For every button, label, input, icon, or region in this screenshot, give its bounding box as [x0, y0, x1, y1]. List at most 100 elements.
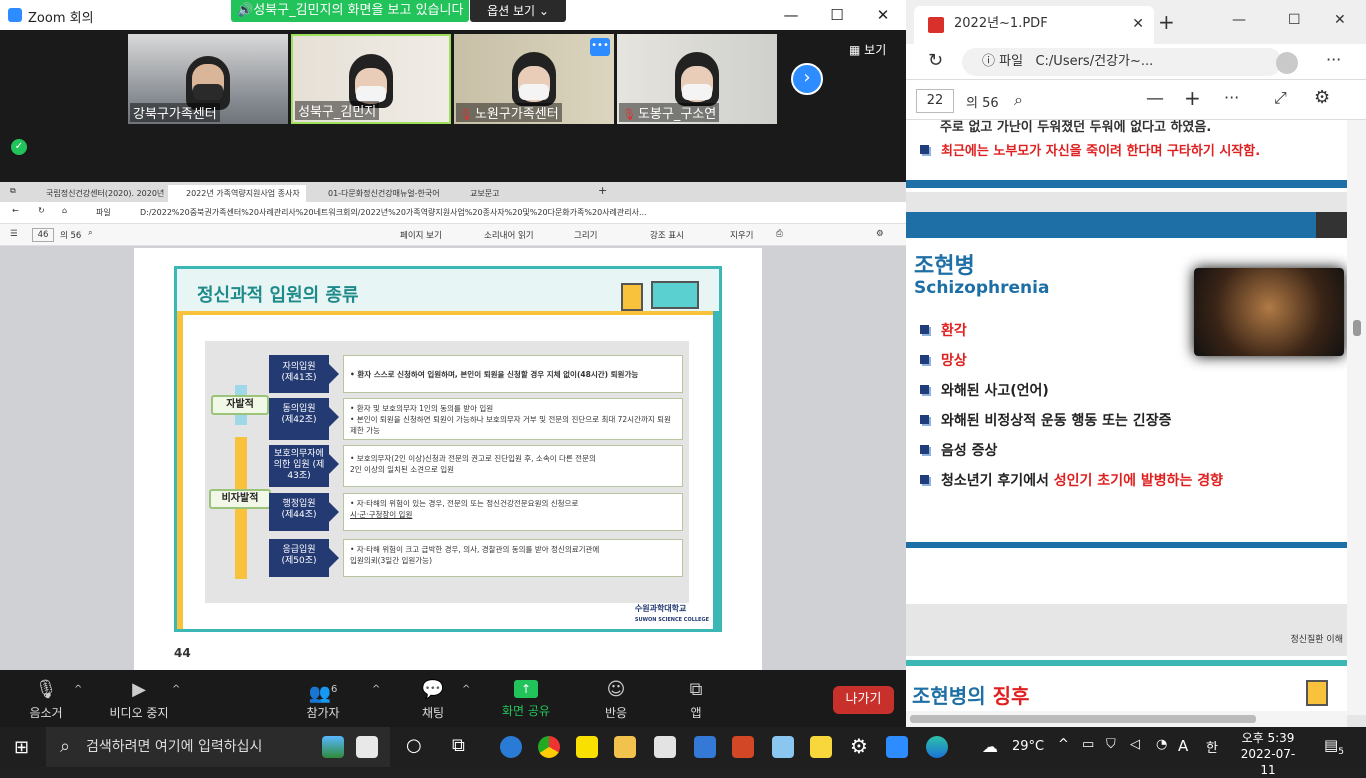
taskbar-clock[interactable]: 오후 5:39 2022-07-11 [1236, 730, 1300, 778]
battery-icon[interactable]: ▭ [1082, 737, 1094, 752]
chrome-icon[interactable] [538, 736, 560, 758]
close-icon[interactable]: ✕ [1334, 12, 1346, 28]
search-icon[interactable]: ⌕ [88, 228, 93, 238]
defender-shield-icon[interactable]: ⛉ [1106, 737, 1116, 752]
new-tab-icon[interactable]: + [1158, 10, 1175, 34]
hwp-icon[interactable] [694, 736, 716, 758]
home-icon[interactable]: ⌂ [62, 206, 67, 215]
settings-icon[interactable]: ⚙ [876, 229, 884, 239]
pdf-toolbar: 22 의 56 ⌕ — + ··· ⤢ ⚙ [906, 80, 1366, 120]
pdf-address-field[interactable]: ⓘ 파일 C:/Users/건강가~... [962, 48, 1282, 76]
volume-icon[interactable]: ◁ [1130, 737, 1140, 752]
shared-address[interactable]: D:/2022%20중북권가족센터%20사례관리사%20네트워크회의/2022년… [140, 207, 660, 218]
view-options-button[interactable]: 옵션 보기 ⌄ [470, 0, 566, 22]
reaction-button[interactable]: ☺ 반응 [600, 680, 632, 721]
print-icon[interactable]: ⎙ [776, 229, 783, 239]
back-icon[interactable]: ← [12, 206, 19, 215]
read-aloud-button[interactable]: 소리내어 읽기 [484, 229, 534, 241]
close-tab-icon[interactable]: ✕ [1132, 6, 1144, 42]
erase-button[interactable]: 지우기 [730, 229, 753, 241]
participants-caret-icon[interactable]: ^ [372, 684, 380, 695]
minimize-icon[interactable]: — [1232, 12, 1246, 28]
more-icon[interactable]: ••• [590, 38, 610, 56]
minimize-icon[interactable]: — [776, 4, 806, 26]
participant-tile[interactable]: 🎙 도봉구_구소연 [617, 34, 777, 124]
scrollbar-thumb[interactable] [1353, 320, 1361, 336]
next-page-arrow-icon[interactable]: › [791, 63, 823, 95]
settings-icon[interactable]: ⚙ [850, 734, 868, 758]
maximize-icon[interactable]: ☐ [822, 4, 852, 26]
fullscreen-icon[interactable]: ⤢ [1274, 88, 1287, 108]
mic-off-icon: 🎙 [622, 108, 636, 121]
zoom-out-icon[interactable]: — [1146, 88, 1164, 109]
video-options-caret-icon[interactable]: ^ [172, 684, 180, 695]
cortana-icon[interactable]: ○ [406, 735, 422, 756]
vertical-scrollbar[interactable] [1347, 120, 1366, 715]
pdf-tab[interactable]: 2022년~1.PDF ✕ [914, 6, 1154, 44]
close-icon[interactable]: ✕ [868, 4, 898, 26]
participant-tile-active[interactable]: 성북구_김민지 [291, 34, 451, 124]
file-explorer-icon[interactable] [614, 736, 636, 758]
shared-tab[interactable]: 01-다문화정신건강매뉴얼-한국어 [310, 185, 448, 202]
leave-meeting-button[interactable]: 나가기 [833, 686, 894, 714]
tab-actions-icon[interactable]: ⧉ [10, 186, 16, 196]
search-icon: ⌕ [60, 736, 71, 757]
pdf-tabbar: 2022년~1.PDF ✕ + — ☐ ✕ [906, 0, 1366, 44]
windows-start-icon[interactable]: ⊞ [14, 737, 29, 758]
contents-icon[interactable]: ☰ [10, 229, 18, 239]
shared-tab-active[interactable]: 2022년 가족역량지원사업 종사자 [168, 185, 306, 202]
chat-caret-icon[interactable]: ^ [462, 684, 470, 695]
highlight-button[interactable]: 강조 표시 [650, 229, 684, 241]
info-icon: ⓘ [982, 54, 1000, 69]
windows-taskbar: ⊞ ⌕ 검색하려면 여기에 입력하십시 ○ ⧉ ⚙ ☁ 29°C ^ ▭ ⛉ ◁… [0, 727, 1366, 777]
maximize-icon[interactable]: ☐ [1288, 12, 1301, 28]
chart-icon[interactable] [356, 736, 378, 758]
shared-tab[interactable]: 국립정신건강센터(2020). 2020년 [28, 185, 166, 202]
korean-ime-indicator[interactable]: 한 [1206, 737, 1218, 756]
edge-icon[interactable] [926, 736, 948, 758]
participant-tile[interactable]: 강북구가족센터 [128, 34, 288, 124]
task-view-icon[interactable]: ⧉ [452, 735, 465, 756]
refresh-icon[interactable]: ↻ [928, 50, 943, 71]
settings-icon[interactable]: ⚙ [1314, 87, 1330, 108]
internet-explorer-icon[interactable] [500, 736, 522, 758]
draw-button[interactable]: 그리기 [574, 229, 597, 241]
widget-globe-icon[interactable] [322, 736, 344, 758]
paint-icon[interactable] [654, 736, 676, 758]
input-method-indicator[interactable]: A [1178, 737, 1188, 755]
more-tools-icon[interactable]: ··· [1224, 88, 1239, 107]
pdf-bullet: 환각 [920, 320, 967, 340]
notepad-icon[interactable] [772, 736, 794, 758]
search-icon[interactable]: ⌕ [1014, 90, 1023, 110]
new-tab-icon[interactable]: + [598, 184, 607, 197]
network-icon[interactable]: ◔ [1156, 737, 1167, 752]
chat-button[interactable]: 💬 채팅 [414, 680, 452, 721]
weather-temperature[interactable]: 29°C [1012, 739, 1044, 754]
share-up-arrow-icon: ↑ [514, 680, 538, 698]
view-button[interactable]: ▦ 보기 [849, 40, 899, 60]
security-shield-icon[interactable]: ✓ [11, 139, 27, 155]
profile-avatar[interactable] [1276, 52, 1298, 74]
horizontal-scrollbar[interactable] [906, 711, 1347, 727]
shared-tab[interactable]: 교보문고 [452, 185, 590, 202]
zoom-taskbar-icon[interactable] [886, 736, 908, 758]
share-screen-button[interactable]: ↑ 화면 공유 [498, 680, 554, 719]
scrollbar-thumb[interactable] [910, 715, 1256, 723]
audio-options-caret-icon[interactable]: ^ [74, 684, 82, 695]
participant-tile[interactable]: ••• 🎙 노원구가족센터 [454, 34, 614, 124]
stop-video-button[interactable]: ▶ 비디오 중지 [104, 680, 174, 721]
notification-icon[interactable]: ▤5 [1324, 736, 1344, 757]
zoom-in-icon[interactable]: + [1184, 86, 1201, 110]
tray-expand-icon[interactable]: ^ [1058, 737, 1069, 752]
kakaotalk-icon[interactable] [576, 736, 598, 758]
sticky-notes-icon[interactable] [810, 736, 832, 758]
more-menu-icon[interactable]: ··· [1326, 50, 1341, 69]
apps-button[interactable]: ⧉ 앱 [682, 680, 710, 721]
powerpoint-icon[interactable] [732, 736, 754, 758]
mute-button[interactable]: 🎙 음소거 [22, 680, 70, 721]
participants-button[interactable]: 👥6 참가자 [300, 680, 346, 721]
shared-page-input[interactable]: 46 [32, 228, 54, 242]
page-view-button[interactable]: 페이지 보기 [400, 229, 442, 241]
pdf-page-input[interactable]: 22 [916, 89, 954, 113]
refresh-icon[interactable]: ↻ [38, 206, 45, 215]
